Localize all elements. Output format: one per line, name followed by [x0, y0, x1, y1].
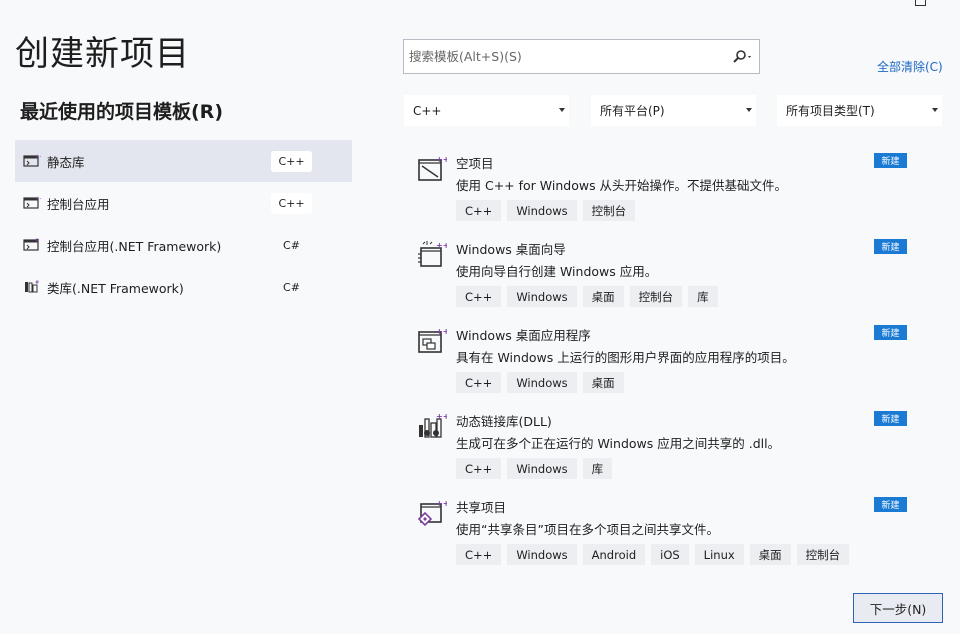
template-dll[interactable]: ++ 动态链接库(DLL) 生成可在多个正在运行的 Windows 应用之间共享…	[417, 405, 909, 491]
shared-project-icon: ++	[417, 497, 449, 527]
new-badge: 新建	[874, 411, 907, 426]
tag: Android	[582, 544, 646, 565]
recent-item-console-app[interactable]: ++ 控制台应用 C++	[15, 182, 352, 224]
next-button[interactable]: 下一步(N)	[853, 593, 943, 623]
template-name: 空项目	[456, 156, 494, 171]
tag: 桌面	[582, 286, 624, 307]
desktop-wizard-icon: ++	[417, 239, 449, 269]
tag: Windows	[507, 286, 577, 307]
recent-item-class-library-net[interactable]: # 类库(.NET Framework) C#	[15, 266, 352, 308]
platform-filter-value: 所有平台(P)	[600, 104, 665, 118]
svg-text:++: ++	[436, 412, 447, 421]
new-badge: 新建	[874, 497, 907, 512]
new-badge: 新建	[874, 153, 907, 168]
template-name: Windows 桌面向导	[456, 242, 566, 257]
svg-text:++: ++	[436, 327, 447, 336]
template-search-input[interactable]	[409, 49, 724, 64]
template-shared-project[interactable]: ++ 共享项目 使用“共享条目”项目在多个项目之间共享文件。 C++ Windo…	[417, 491, 909, 577]
project-type-filter-value: 所有项目类型(T)	[786, 104, 875, 118]
template-tags: C++ Windows 控制台	[456, 200, 636, 221]
tag: 桌面	[749, 544, 791, 565]
template-name: Windows 桌面应用程序	[456, 328, 591, 343]
svg-text:#: #	[35, 238, 39, 244]
template-empty-project[interactable]: ++ 空项目 使用 C++ for Windows 从头开始操作。不提供基础文件…	[417, 147, 909, 233]
svg-text:++: ++	[436, 155, 447, 164]
console-app-icon: #	[23, 238, 41, 252]
tag: iOS	[651, 544, 689, 565]
svg-text:++: ++	[436, 499, 447, 508]
empty-project-icon: ++	[417, 153, 449, 183]
template-name: 共享项目	[456, 500, 507, 515]
template-description: 生成可在多个正在运行的 Windows 应用之间共享的 .dll。	[456, 436, 781, 451]
template-tags: C++ Windows Android iOS Linux 桌面 控制台	[456, 544, 850, 565]
recent-item-console-app-net[interactable]: # 控制台应用(.NET Framework) C#	[15, 224, 352, 266]
tag: C++	[456, 200, 502, 221]
tag: Windows	[507, 200, 577, 221]
language-badge: C++	[271, 193, 312, 214]
search-options-button[interactable]	[729, 49, 755, 65]
chevron-down-icon	[932, 108, 938, 112]
template-desktop-app[interactable]: ++ Windows 桌面应用程序 具有在 Windows 上运行的图形用户界面…	[417, 319, 909, 405]
template-search-box	[403, 39, 760, 74]
chevron-down-icon	[746, 108, 752, 112]
tag: C++	[456, 544, 502, 565]
tag: 控制台	[796, 544, 850, 565]
recent-item-label: 控制台应用(.NET Framework)	[47, 238, 222, 254]
language-badge: C#	[283, 239, 300, 252]
tag: Windows	[507, 372, 577, 393]
console-app-icon: ++	[23, 196, 41, 210]
tag: 桌面	[582, 372, 624, 393]
static-library-icon: ++	[23, 154, 41, 168]
recent-item-static-library[interactable]: ++ 静态库 C++	[15, 140, 352, 182]
dll-icon: ++	[417, 411, 449, 441]
recent-templates-list: ++ 静态库 C++ ++ 控制台应用 C++ # 控制台应用(.NET Fra…	[15, 140, 352, 308]
tag: 库	[688, 286, 718, 307]
clear-all-link[interactable]: 全部清除(C)	[877, 58, 943, 75]
recent-item-label: 类库(.NET Framework)	[47, 280, 184, 296]
tag: Linux	[694, 544, 744, 565]
template-description: 使用 C++ for Windows 从头开始操作。不提供基础文件。	[456, 178, 788, 193]
tag: Windows	[507, 544, 577, 565]
template-tags: C++ Windows 桌面 控制台 库	[456, 286, 718, 307]
new-badge: 新建	[874, 325, 907, 340]
project-type-filter-dropdown[interactable]: 所有项目类型(T)	[777, 95, 942, 126]
svg-text:++: ++	[436, 241, 447, 250]
new-badge: 新建	[874, 239, 907, 254]
search-icon	[733, 50, 751, 63]
language-badge: C#	[283, 281, 300, 294]
recent-item-label: 静态库	[47, 154, 85, 170]
svg-text:++: ++	[35, 196, 41, 202]
template-description: 使用“共享条目”项目在多个项目之间共享文件。	[456, 522, 719, 537]
template-list: ++ 空项目 使用 C++ for Windows 从头开始操作。不提供基础文件…	[417, 147, 909, 577]
template-description: 使用向导自行创建 Windows 应用。	[456, 264, 658, 279]
template-description: 具有在 Windows 上运行的图形用户界面的应用程序的项目。	[456, 350, 795, 365]
svg-text:#: #	[35, 280, 39, 286]
platform-filter-dropdown[interactable]: 所有平台(P)	[591, 95, 756, 126]
template-desktop-wizard[interactable]: ++ Windows 桌面向导 使用向导自行创建 Windows 应用。 C++…	[417, 233, 909, 319]
tag: Windows	[507, 458, 577, 479]
chevron-down-icon	[559, 108, 565, 112]
desktop-app-icon: ++	[417, 325, 449, 355]
language-badge: C++	[271, 151, 312, 172]
language-filter-dropdown[interactable]: C++	[404, 95, 569, 126]
tag: C++	[456, 286, 502, 307]
template-name: 动态链接库(DLL)	[456, 414, 552, 429]
recent-templates-heading: 最近使用的项目模板(R)	[20, 101, 223, 123]
tag: 库	[582, 458, 613, 479]
template-tags: C++ Windows 库	[456, 458, 613, 479]
language-filter-value: C++	[413, 103, 442, 118]
recent-item-label: 控制台应用	[47, 196, 110, 212]
tag: C++	[456, 372, 502, 393]
tag: 控制台	[582, 200, 636, 221]
template-tags: C++ Windows 桌面	[456, 372, 624, 393]
svg-text:++: ++	[35, 154, 41, 160]
tag: C++	[456, 458, 502, 479]
tag: 控制台	[629, 286, 683, 307]
page-title: 创建新项目	[15, 34, 190, 74]
class-library-icon: #	[23, 280, 41, 294]
window-restore-button[interactable]	[915, 0, 926, 6]
